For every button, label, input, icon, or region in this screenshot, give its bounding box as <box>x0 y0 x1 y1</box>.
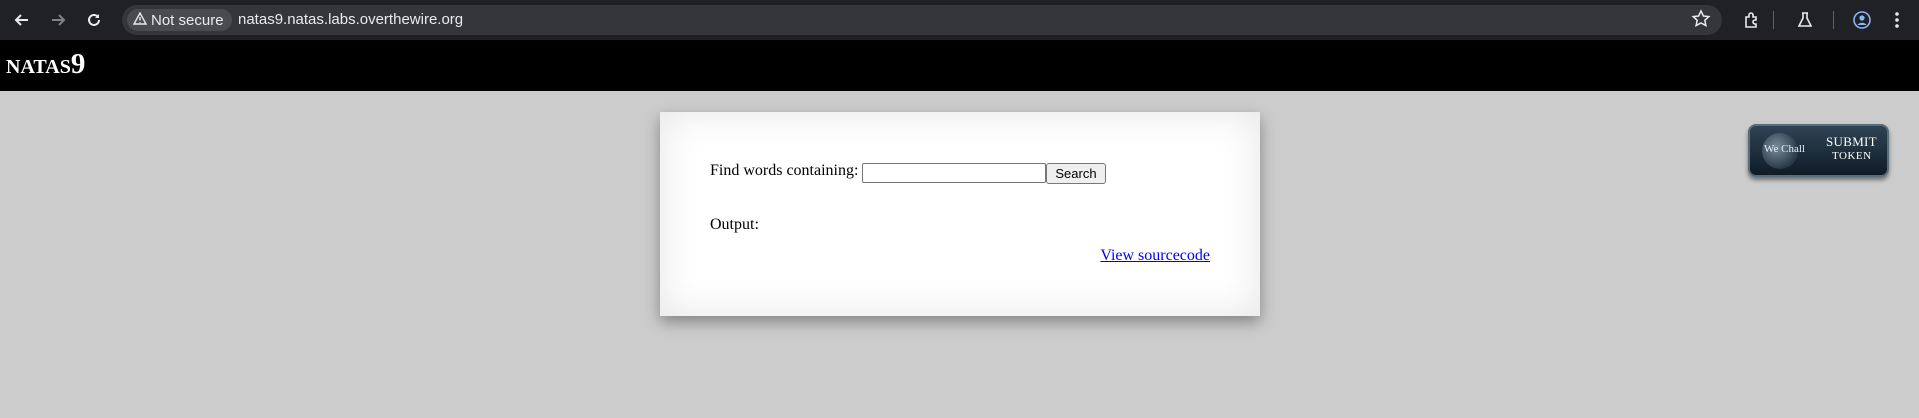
title-prefix: NATAS <box>6 56 71 78</box>
forward-icon[interactable] <box>46 8 70 32</box>
view-sourcecode-link[interactable]: View sourcecode <box>1100 247 1210 265</box>
back-icon[interactable] <box>10 8 34 32</box>
labs-icon[interactable] <box>1793 8 1817 32</box>
url-text[interactable]: natas9.natas.labs.overthewire.org <box>238 11 463 28</box>
site-header: NATAS9 <box>0 40 1919 91</box>
output-label: Output: <box>710 216 759 233</box>
toolbar-divider <box>1773 11 1774 29</box>
security-label: Not secure <box>151 11 224 29</box>
extensions-icon[interactable] <box>1740 8 1764 32</box>
content-card: Find words containing: Search Output: Vi… <box>660 112 1260 316</box>
find-label: Find words containing: <box>710 162 859 179</box>
warning-icon <box>132 11 148 29</box>
toolbar-divider <box>1833 11 1834 29</box>
menu-icon[interactable] <box>1885 8 1909 32</box>
wechall-logo: We Chall <box>1764 143 1805 155</box>
profile-icon[interactable] <box>1850 8 1874 32</box>
needle-input[interactable] <box>862 163 1046 183</box>
star-icon[interactable] <box>1690 8 1712 35</box>
address-bar[interactable]: Not secure natas9.natas.labs.overthewire… <box>122 5 1722 35</box>
browser-toolbar: Not secure natas9.natas.labs.overthewire… <box>0 0 1919 40</box>
token-label: TOKEN <box>1832 150 1872 162</box>
wechall-submit-token-button[interactable]: We Chall SUBMIT TOKEN <box>1748 124 1889 177</box>
search-button[interactable]: Search <box>1046 163 1106 184</box>
submit-label: SUBMIT <box>1826 134 1877 149</box>
security-chip[interactable]: Not secure <box>127 9 232 31</box>
page-title: NATAS9 <box>6 50 85 79</box>
reload-icon[interactable] <box>82 8 106 32</box>
title-number: 9 <box>70 48 86 80</box>
